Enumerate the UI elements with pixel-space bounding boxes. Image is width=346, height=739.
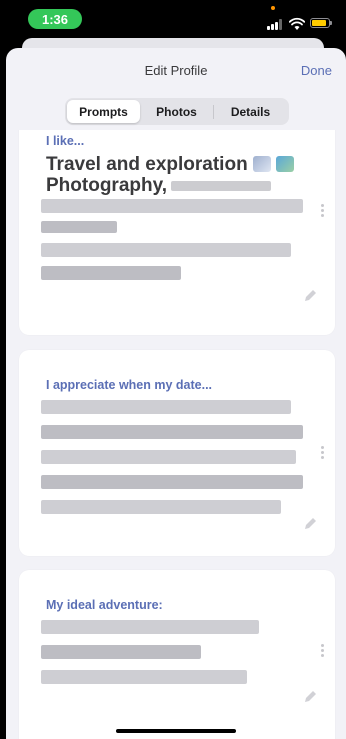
prompt-card[interactable]: I like... Travel and exploration Photogr… [19,130,335,335]
prompt-card[interactable]: I appreciate when my date... [19,350,335,556]
map-emoji-icon [275,156,294,172]
more-dots-icon[interactable] [321,644,325,658]
edit-pencil-icon[interactable] [303,517,317,531]
battery-icon [310,18,332,28]
signal-icon [267,19,285,30]
wifi-icon [289,17,305,30]
answer-line-1: Travel and exploration [46,154,248,175]
tab-prompts[interactable]: Prompts [67,100,140,123]
blurred-text [41,266,181,280]
blurred-text [41,645,201,659]
prompt-card[interactable]: My ideal adventure: [19,570,335,739]
page-title: Edit Profile [144,63,208,78]
blurred-text [41,670,247,684]
blurred-text [41,400,291,414]
status-time[interactable]: 1:36 [28,9,82,29]
answer-line-2: Photography, [46,175,168,196]
blurred-text [41,199,303,213]
blurred-text [41,620,259,634]
more-dots-icon[interactable] [321,446,325,460]
blurred-text [41,450,296,464]
prompts-list[interactable]: I like... Travel and exploration Photogr… [6,130,346,739]
edit-pencil-icon[interactable] [303,690,317,704]
airplane-emoji-icon [252,156,271,172]
edit-profile-sheet: Edit Profile Done Prompts Photos Details… [6,48,346,739]
tab-details[interactable]: Details [214,100,287,123]
blurred-text [41,425,303,439]
prompt-question: I appreciate when my date... [46,378,213,392]
blurred-text [41,500,281,514]
done-button[interactable]: Done [301,63,332,78]
home-indicator[interactable] [116,729,236,733]
blurred-text [41,221,117,233]
prompt-answer: Travel and exploration Photography, [46,154,311,196]
blurred-text [171,180,272,191]
blurred-text [41,475,303,489]
edit-pencil-icon[interactable] [303,289,317,303]
blurred-text [41,243,291,257]
profile-tabs: Prompts Photos Details [65,98,289,125]
recording-dot-icon [271,6,275,10]
prompt-question: I like... [46,134,85,148]
prompt-question: My ideal adventure: [46,598,163,612]
tab-photos[interactable]: Photos [140,100,213,123]
more-dots-icon[interactable] [321,204,325,218]
navigation-bar: Edit Profile Done [6,48,346,98]
